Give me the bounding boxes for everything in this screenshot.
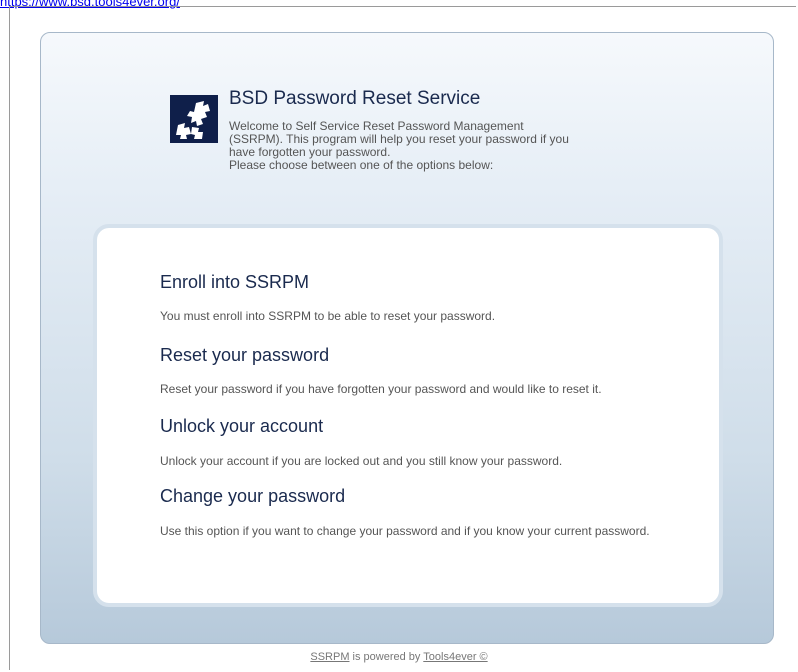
option-title-unlock[interactable]: Unlock your account	[160, 416, 720, 437]
option-enroll[interactable]: Enroll into SSRPM You must enroll into S…	[160, 272, 720, 323]
welcome-text: Welcome to Self Service Reset Password M…	[229, 120, 669, 172]
puzzle-logo-icon	[170, 95, 218, 143]
welcome-line: Please choose between one of the options…	[229, 158, 494, 172]
tools4ever-link[interactable]: Tools4ever ©	[423, 651, 487, 663]
footer-text: is powered by	[349, 651, 424, 663]
option-unlock[interactable]: Unlock your account Unlock your account …	[160, 416, 720, 468]
option-reset[interactable]: Reset your password Reset your password …	[160, 345, 720, 396]
option-desc-unlock: Unlock your account if you are locked ou…	[160, 454, 563, 468]
option-desc-change: Use this option if you want to change yo…	[160, 524, 650, 538]
option-desc-enroll: You must enroll into SSRPM to be able to…	[160, 309, 496, 323]
option-title-reset[interactable]: Reset your password	[160, 345, 720, 366]
footer: SSRPM is powered by Tools4ever ©	[0, 651, 798, 663]
ssrpm-link[interactable]: SSRPM	[310, 651, 349, 663]
option-change[interactable]: Change your password Use this option if …	[160, 486, 700, 538]
page-title: BSD Password Reset Service	[229, 88, 481, 109]
option-title-change[interactable]: Change your password	[160, 486, 700, 507]
option-title-enroll[interactable]: Enroll into SSRPM	[160, 272, 720, 293]
option-desc-reset: Reset your password if you have forgotte…	[160, 382, 602, 396]
